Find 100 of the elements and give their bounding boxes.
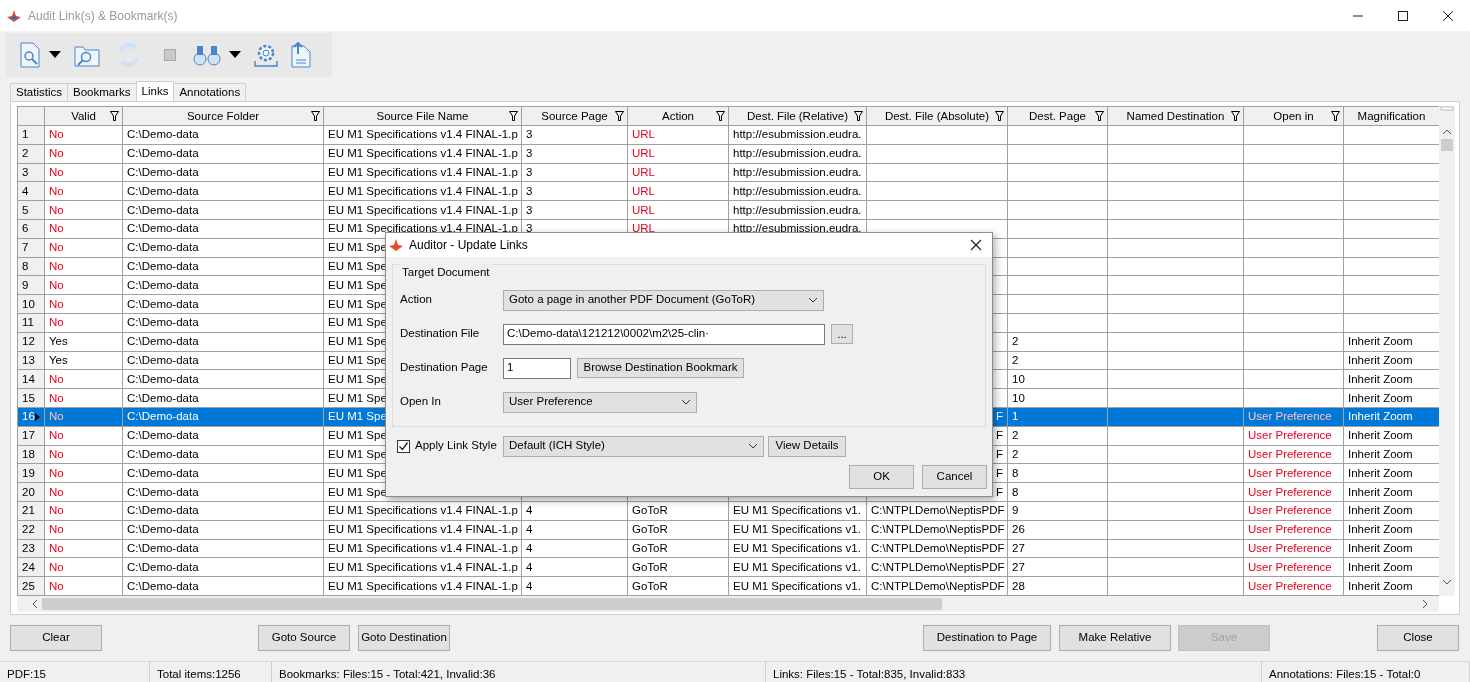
table-cell: No <box>49 466 64 479</box>
table-cell: C:\Demo-data <box>127 466 199 479</box>
row-number[interactable]: 6 <box>22 222 29 235</box>
table-cell: C:\Demo-data <box>127 147 199 160</box>
view-details-button[interactable]: View Details <box>768 435 846 457</box>
dropdown[interactable]: Goto a page in another PDF Document (GoToR) <box>503 289 824 311</box>
table-cell: 2 <box>1012 447 1019 460</box>
table-cell: No <box>49 147 64 160</box>
table-cell: C:\Demo-data <box>127 485 199 498</box>
table-cell: URL <box>632 203 655 216</box>
settings-icon[interactable] <box>254 42 278 68</box>
table-cell: Yes <box>49 335 68 348</box>
dropdown[interactable]: Default (ICH Style) <box>503 435 764 457</box>
table-cell: Inherit Zoom <box>1348 429 1413 442</box>
browse-button[interactable]: ... <box>831 324 853 344</box>
filter-icon[interactable] <box>509 111 518 121</box>
filter-icon[interactable] <box>615 111 624 121</box>
tab[interactable]: Links <box>135 81 175 101</box>
table-cell: User Preference <box>1248 429 1332 442</box>
table-cell: C:\Demo-data <box>127 203 199 216</box>
filter-icon[interactable] <box>995 111 1004 121</box>
table-cell: F <box>995 447 1003 460</box>
action-button[interactable]: Clear <box>10 625 102 651</box>
checkbox[interactable] <box>397 439 410 453</box>
filter-icon[interactable] <box>854 111 863 121</box>
filter-icon[interactable] <box>311 111 320 121</box>
action-button[interactable]: Destination to Page <box>923 625 1051 651</box>
table-cell: 3 <box>526 222 533 235</box>
table-cell: F <box>995 466 1003 479</box>
row-number[interactable]: 9 <box>22 278 29 291</box>
dropdown-arrow-icon[interactable] <box>229 51 241 59</box>
table-cell: User Preference <box>1248 504 1332 517</box>
dialog-button[interactable]: Cancel <box>922 465 987 489</box>
table-cell: No <box>49 241 64 254</box>
document-search-icon[interactable] <box>19 42 41 68</box>
dropdown[interactable]: User Preference <box>503 391 697 413</box>
table-cell: User Preference <box>1248 579 1332 592</box>
input-field[interactable]: C:\Demo-data\121212\0002\m2\25-clin· <box>503 323 825 345</box>
action-button[interactable]: Goto Source <box>258 625 350 651</box>
table-cell: 4 <box>526 523 533 536</box>
close-icon[interactable] <box>1441 9 1454 22</box>
table-cell: EU M1 Specifications v1. <box>733 579 861 592</box>
row-number[interactable]: 7 <box>22 241 29 254</box>
table-cell: http://esubmission.eudra. <box>733 222 862 235</box>
table-cell: EU M1 Specifications v1.4 FINAL-1.p <box>328 166 518 178</box>
row-number[interactable]: 3 <box>22 166 29 178</box>
horizontal-scrollbar[interactable] <box>17 596 1439 612</box>
vertical-scrollbar[interactable] <box>1439 106 1455 596</box>
filter-icon[interactable] <box>110 111 119 121</box>
filter-icon[interactable] <box>1231 111 1240 121</box>
table-cell: 3 <box>526 128 533 141</box>
table-cell: EU M1 Specifications v1.4 FINAL-1.p <box>328 184 518 197</box>
folder-search-icon[interactable] <box>74 43 100 67</box>
table-cell: http://esubmission.eudra. <box>733 166 862 178</box>
table-cell: No <box>49 429 64 442</box>
table-cell: 4 <box>526 579 533 592</box>
tab[interactable]: Statistics <box>10 83 68 101</box>
dialog-title: Auditor - Update Links <box>409 237 529 254</box>
status-text: Total items:1256 <box>150 662 272 682</box>
table-cell: No <box>49 297 64 310</box>
row-number[interactable]: 8 <box>22 259 29 272</box>
tab[interactable]: Annotations <box>173 83 247 101</box>
action-button[interactable]: Make Relative <box>1059 625 1171 651</box>
export-document-icon[interactable] <box>290 42 312 68</box>
table-cell: EU M1 Specifications v1.4 FINAL-1.p <box>328 504 518 517</box>
browse-bookmark-button[interactable]: Browse Destination Bookmark <box>577 358 744 378</box>
table-cell: Inherit Zoom <box>1348 560 1413 573</box>
filter-icon[interactable] <box>1095 111 1104 121</box>
table-cell: C:\Demo-data <box>127 541 199 554</box>
row-number[interactable]: 1 <box>22 128 29 141</box>
table-cell: No <box>49 184 64 197</box>
row-number[interactable]: 5 <box>22 203 29 216</box>
table-cell: Inherit Zoom <box>1348 410 1413 423</box>
table-cell: Inherit Zoom <box>1348 504 1413 517</box>
table-cell: 2 <box>1012 335 1019 348</box>
caret-icon <box>748 443 758 449</box>
row-number[interactable]: 4 <box>22 184 29 197</box>
dropdown-arrow-icon[interactable] <box>49 51 61 59</box>
table-cell: Inherit Zoom <box>1348 372 1413 385</box>
table-cell: Inherit Zoom <box>1348 335 1413 348</box>
filter-icon[interactable] <box>716 111 725 121</box>
filter-icon[interactable] <box>1331 111 1340 121</box>
table-cell: 3 <box>526 184 533 197</box>
table-cell: 27 <box>1012 560 1025 573</box>
maximize-icon[interactable] <box>1396 9 1409 22</box>
action-button[interactable]: Goto Destination <box>358 625 450 651</box>
dialog-button[interactable]: OK <box>849 465 914 489</box>
table-cell: Inherit Zoom <box>1348 541 1413 554</box>
close-icon[interactable] <box>970 239 982 251</box>
table-cell: No <box>49 222 64 235</box>
current-row-icon <box>35 413 40 422</box>
table-cell: No <box>49 485 64 498</box>
table-cell: No <box>49 579 64 592</box>
table-cell: C:\Demo-data <box>127 259 199 272</box>
table-cell: C:\Demo-data <box>127 222 199 235</box>
action-button[interactable]: Close <box>1377 625 1459 651</box>
input-field[interactable]: 1 <box>503 357 571 379</box>
table-cell: C:\Demo-data <box>127 560 199 573</box>
binoculars-icon[interactable] <box>193 43 221 67</box>
row-number[interactable]: 2 <box>22 147 29 160</box>
